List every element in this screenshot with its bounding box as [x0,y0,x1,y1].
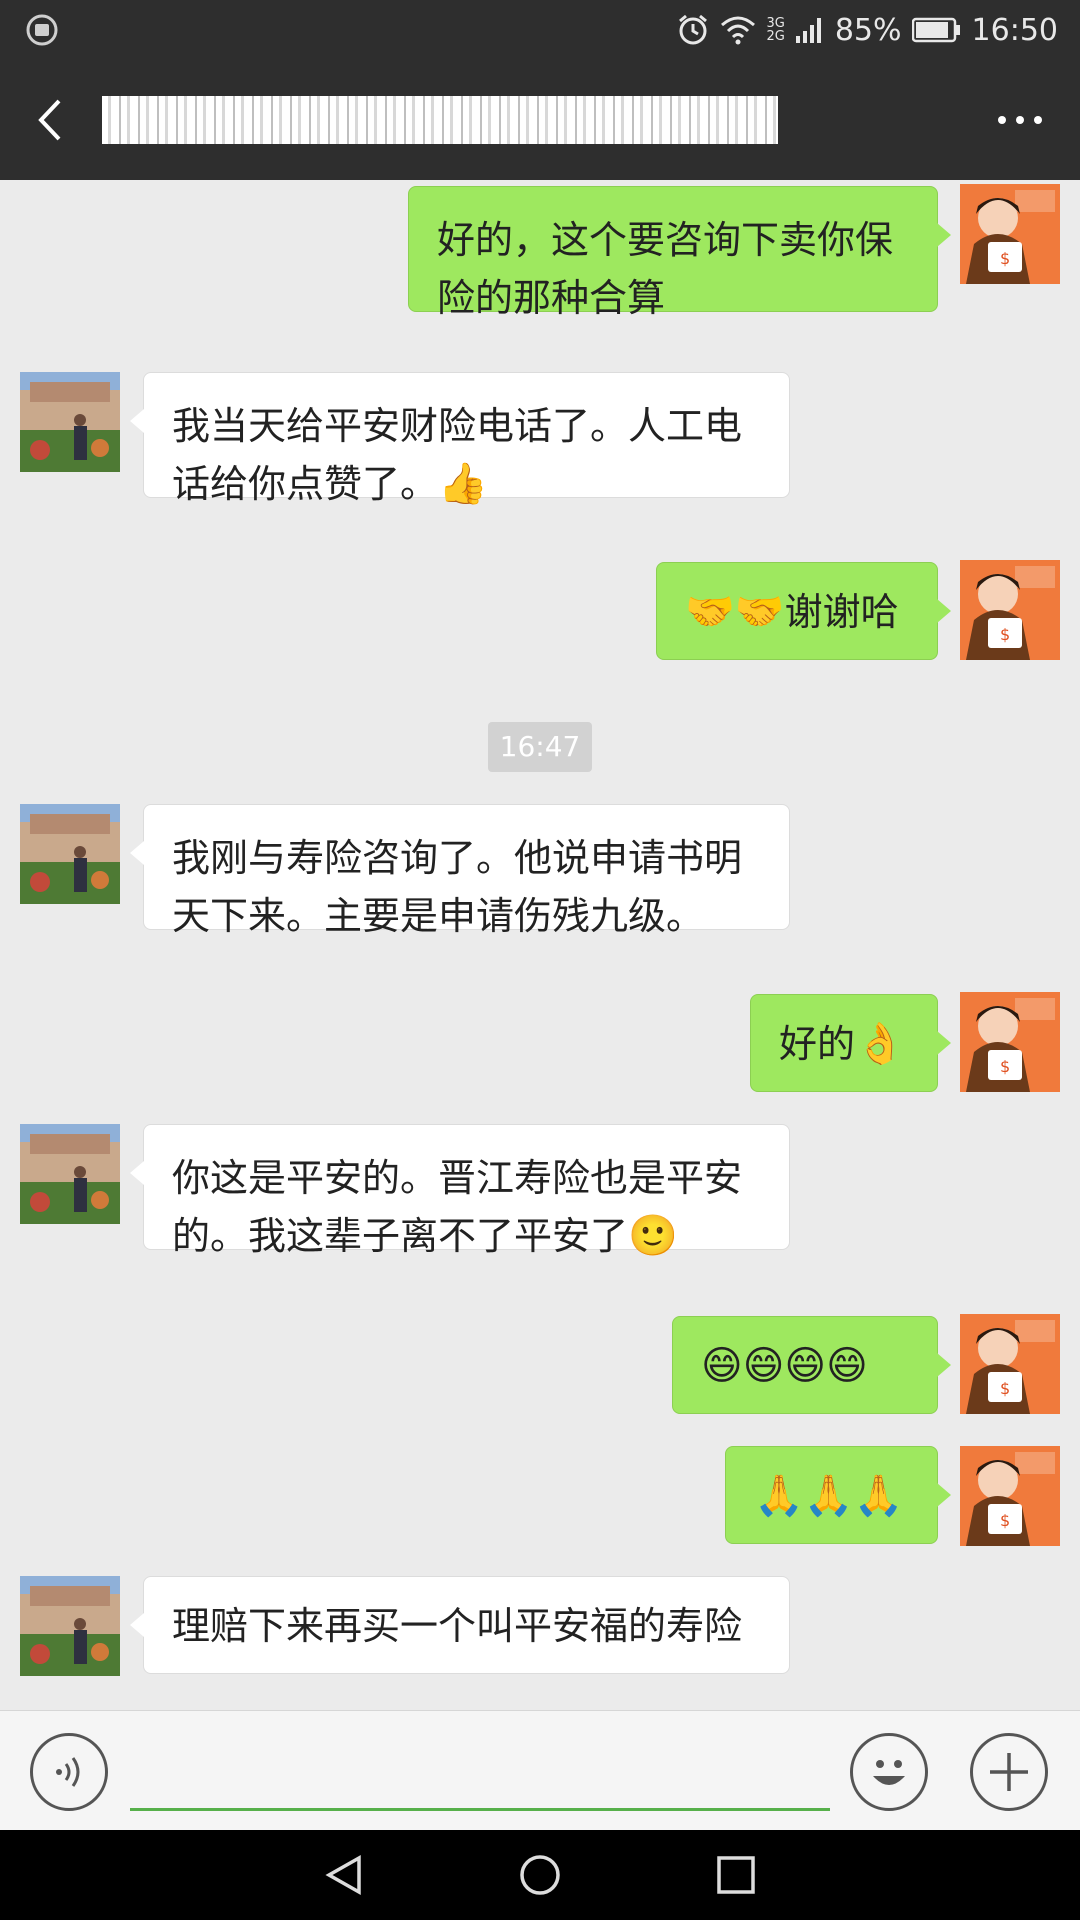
system-nav-bar [0,1830,1080,1920]
svg-text:$: $ [1000,1511,1010,1530]
avatar-self-image: $ [960,184,1060,284]
avatar-self-image: $ [960,560,1060,660]
clock: 16:50 [971,12,1058,48]
avatar-contact[interactable] [20,1576,120,1676]
chat-header [0,60,1080,180]
signal-icon [795,18,821,43]
chat-area[interactable]: $ 好的，这个要咨询下卖你保险的那种合算 我当天给平安财险电话了。人工电话给你点… [0,180,1080,1710]
ok-hand-emoji: 👌 [855,1021,905,1067]
pray-emoji: 🙏🙏🙏 [754,1473,904,1519]
nav-back-icon[interactable] [321,1852,367,1898]
svg-text:$: $ [1000,1379,1010,1398]
avatar-self[interactable]: $ [960,560,1060,660]
voice-button[interactable] [30,1733,108,1811]
battery-icon [911,17,960,43]
avatar-self[interactable]: $ [960,992,1060,1092]
message-text: 理赔下来再买一个叫平安福的寿险 [172,1604,743,1648]
thumbs-up-emoji: 👍 [438,461,488,507]
message-bubble-outgoing[interactable]: 好的👌 [750,994,951,1092]
nav-recents-icon[interactable] [713,1852,759,1898]
smile-emoji: 🙂 [628,1213,678,1259]
avatar-contact[interactable] [20,1124,120,1224]
more-button[interactable] [990,90,1050,150]
voice-icon [56,1757,80,1787]
battery-percent: 85% [834,12,902,48]
message-bubble-outgoing[interactable]: 😄😄😄😄 [672,1316,951,1414]
emoji-button[interactable] [850,1733,928,1811]
avatar-self[interactable]: $ [960,184,1060,284]
svg-text:$: $ [1000,625,1010,644]
more-dots-icon [998,116,1042,124]
smiley-icon [873,1760,905,1785]
network-type: 3G 2G [766,17,784,43]
network-bottom-label: 2G [766,29,785,44]
message-text: 好的 [779,1022,856,1066]
avatar-self-image: $ [960,1314,1060,1414]
message-text: 好的，这个要咨询下卖你保险的那种合算 [437,218,894,320]
status-bar: 3G 2G 85% 16:50 [0,0,1080,60]
avatar-contact-image [20,372,120,472]
avatar-self[interactable]: $ [960,1314,1060,1414]
more-actions-button[interactable] [970,1733,1048,1811]
handshake-emoji: 🤝🤝 [685,589,785,635]
avatar-contact[interactable] [20,804,120,904]
message-bubble-outgoing[interactable]: 🙏🙏🙏 [725,1446,951,1544]
message-bubble-incoming[interactable]: 我刚与寿险咨询了。他说申请书明天下来。主要是申请伤残九级。 [130,804,790,938]
avatar-contact-image [20,1576,120,1676]
chat-title-redacted [102,96,778,144]
avatar-self-image: $ [960,1446,1060,1546]
message-bubble-incoming[interactable]: 我当天给平安财险电话了。人工电话给你点赞了。👍 [130,372,790,507]
chevron-left-icon [38,99,61,141]
svg-text:$: $ [1000,1057,1010,1076]
avatar-contact[interactable] [20,372,120,472]
grin-emoji: 😄😄😄😄 [701,1343,868,1389]
message-bubble-incoming[interactable]: 理赔下来再买一个叫平安福的寿险 [130,1576,790,1674]
message-text: 谢谢哈 [784,590,899,634]
alarm-icon [679,14,708,45]
avatar-contact-image [20,1124,120,1224]
time-divider: 16:47 [488,722,592,772]
message-bubble-outgoing[interactable]: 好的，这个要咨询下卖你保险的那种合算 [408,186,951,320]
notification-icon [26,14,58,46]
input-bar [0,1710,1080,1830]
message-bubble-outgoing[interactable]: 🤝🤝谢谢哈 [656,562,951,660]
avatar-self[interactable]: $ [960,1446,1060,1546]
wifi-icon [721,16,756,45]
message-text: 我刚与寿险咨询了。他说申请书明天下来。主要是申请伤残九级。 [172,836,743,938]
nav-home-icon[interactable] [517,1852,563,1898]
avatar-contact-image [20,804,120,904]
back-button[interactable] [0,60,100,180]
message-bubble-incoming[interactable]: 你这是平安的。晋江寿险也是平安的。我这辈子离不了平安了🙂 [130,1124,790,1259]
svg-text:$: $ [1000,249,1010,268]
plus-icon [990,1753,1028,1791]
avatar-self-image: $ [960,992,1060,1092]
message-input[interactable] [130,1731,830,1811]
